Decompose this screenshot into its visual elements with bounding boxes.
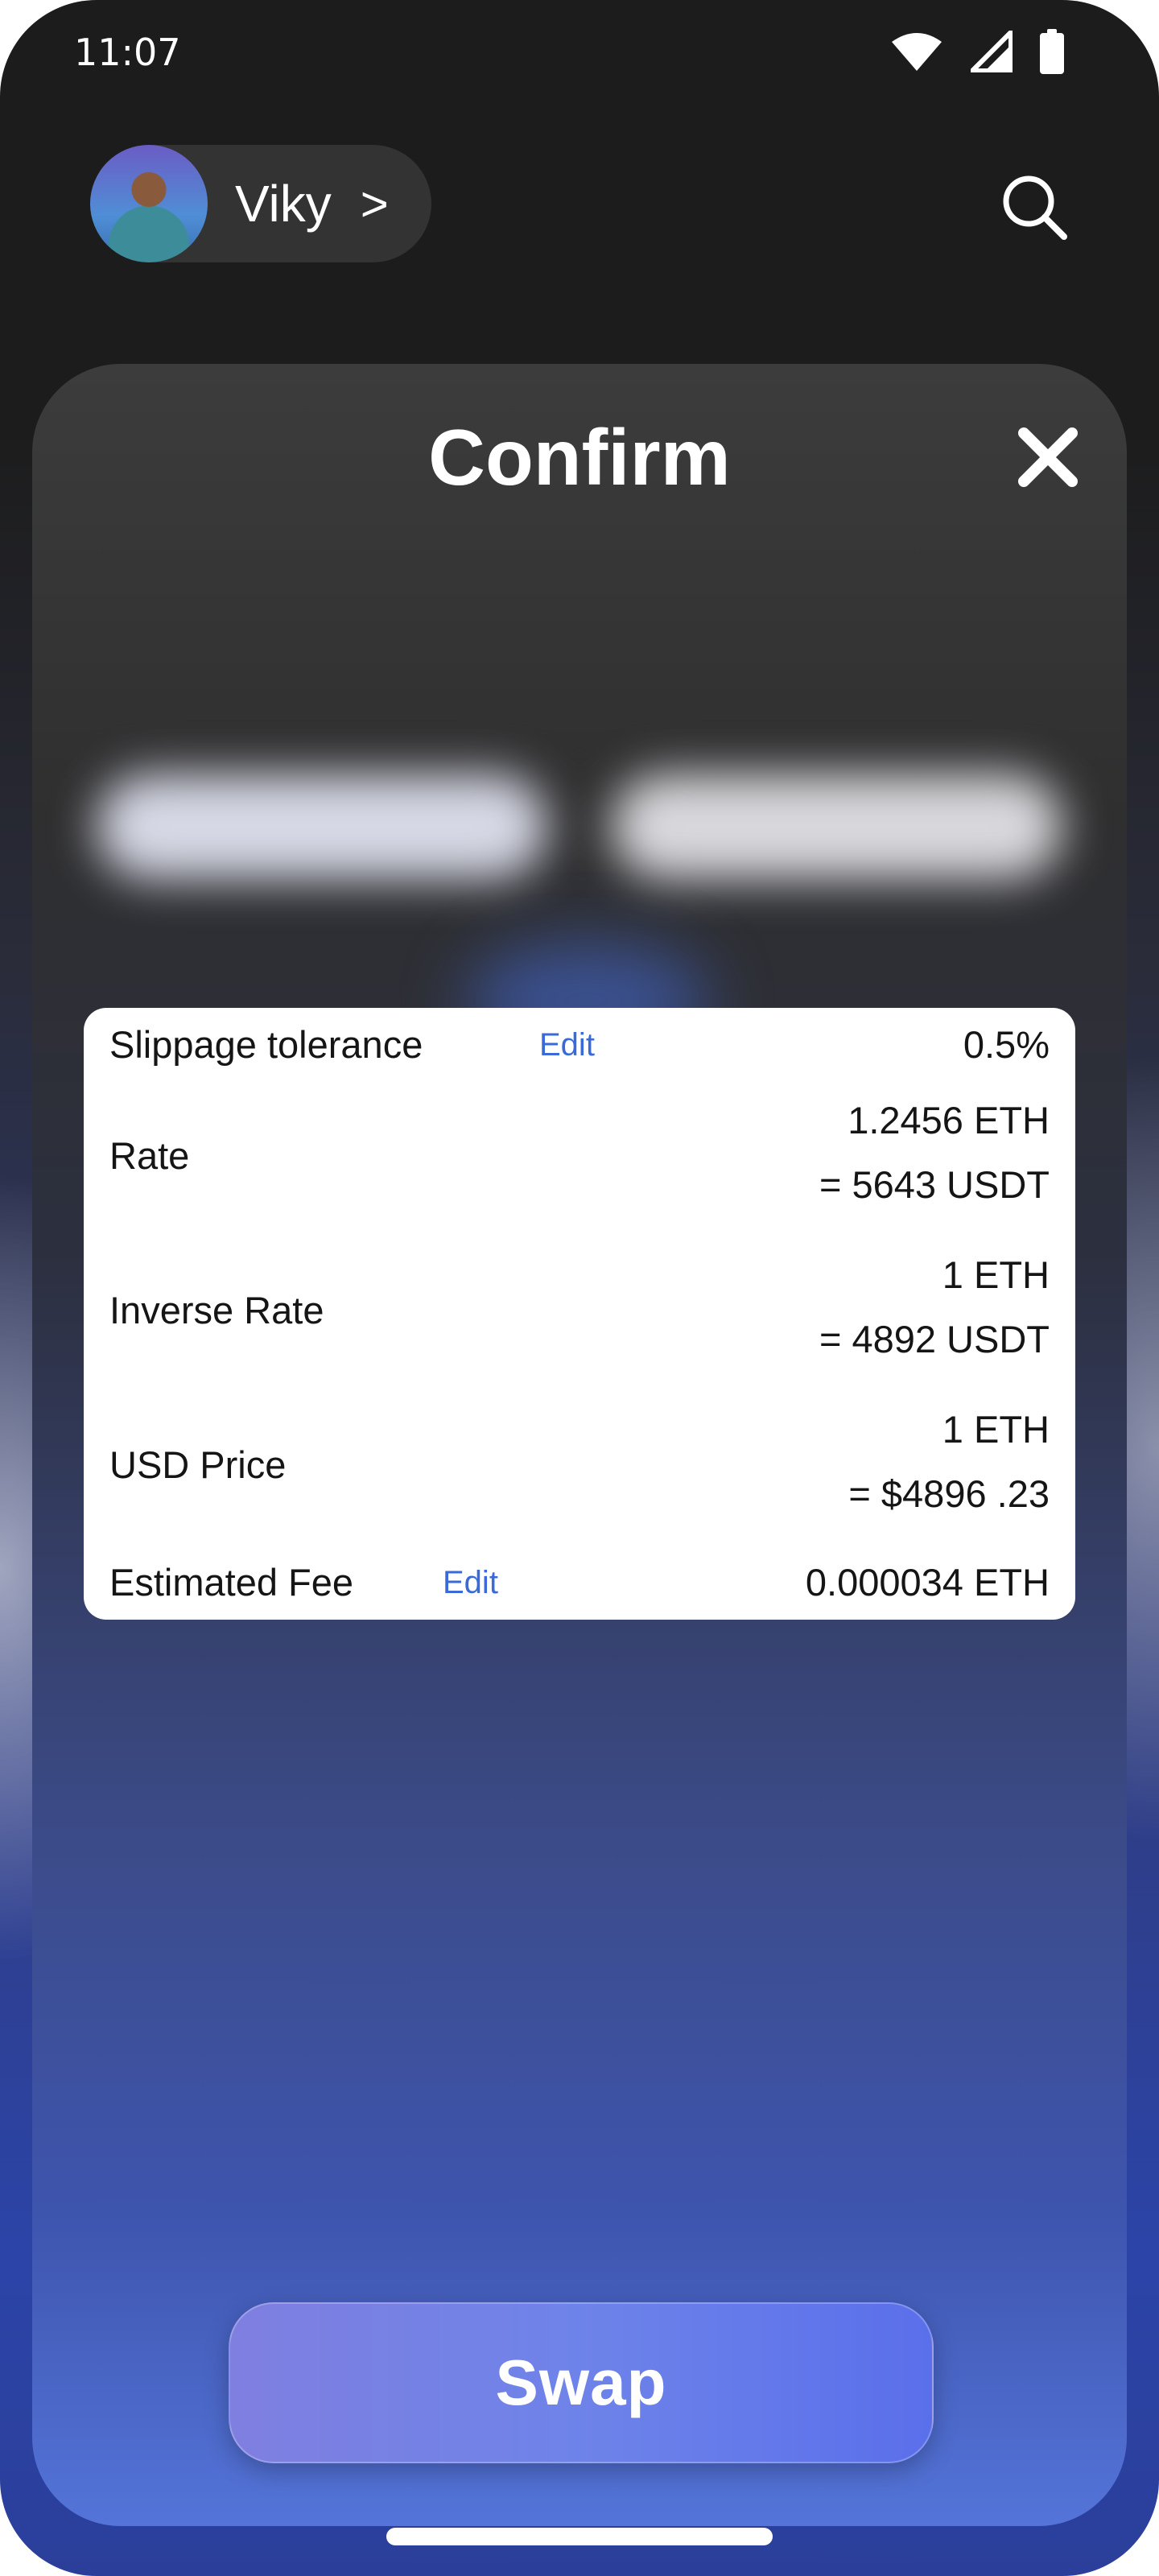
slippage-value: 0.5% bbox=[963, 1023, 1050, 1066]
inverse-rate-value-line2: = 4892 USDT bbox=[819, 1318, 1050, 1360]
wifi-icon bbox=[892, 33, 942, 71]
swap-details-card: Slippage tolerance Edit 0.5% Rate 1.2456… bbox=[84, 1008, 1075, 1620]
status-time: 11:07 bbox=[74, 31, 181, 74]
home-indicator[interactable] bbox=[386, 2528, 773, 2545]
top-header: Viky > bbox=[0, 145, 1159, 266]
usd-price-value: 1 ETH = $4896 .23 bbox=[848, 1397, 1050, 1526]
rate-label: Rate bbox=[109, 1134, 190, 1177]
status-icons bbox=[890, 29, 1064, 74]
usd-price-value-line2: = $4896 .23 bbox=[848, 1472, 1050, 1515]
avatar bbox=[90, 145, 208, 262]
swap-button-label: Swap bbox=[495, 2347, 667, 2418]
phone-screen: 11:07 Viky > Confirm Slippage tolerance … bbox=[0, 0, 1159, 2576]
row-rate: Rate 1.2456 ETH = 5643 USDT bbox=[109, 1088, 1050, 1225]
inverse-rate-value: 1 ETH = 4892 USDT bbox=[819, 1243, 1050, 1372]
usd-price-value-line1: 1 ETH bbox=[942, 1408, 1050, 1451]
close-icon[interactable] bbox=[1016, 425, 1080, 489]
inverse-rate-label: Inverse Rate bbox=[109, 1289, 324, 1331]
row-estimated-fee: Estimated Fee Edit 0.000034 ETH bbox=[109, 1555, 1050, 1612]
sheet-title: Confirm bbox=[428, 413, 731, 502]
profile-name: Viky bbox=[235, 175, 332, 233]
swap-button[interactable]: Swap bbox=[229, 2302, 934, 2463]
row-slippage: Slippage tolerance Edit 0.5% bbox=[109, 1018, 1050, 1074]
confirm-sheet: Confirm Slippage tolerance Edit 0.5% Rat… bbox=[32, 364, 1127, 2526]
usd-price-label: USD Price bbox=[109, 1443, 287, 1486]
chevron-right-icon: > bbox=[360, 176, 389, 231]
inverse-rate-value-line1: 1 ETH bbox=[942, 1253, 1050, 1296]
estimated-fee-label: Estimated Fee bbox=[109, 1561, 354, 1604]
rate-value: 1.2456 ETH = 5643 USDT bbox=[819, 1088, 1050, 1217]
blurred-token-right bbox=[612, 774, 1062, 879]
blurred-token-pair bbox=[64, 742, 1095, 911]
status-bar: 11:07 bbox=[0, 0, 1159, 105]
row-inverse-rate: Inverse Rate 1 ETH = 4892 USDT bbox=[109, 1243, 1050, 1380]
signal-icon bbox=[971, 31, 1013, 72]
blurred-token-left bbox=[97, 774, 547, 879]
profile-button[interactable]: Viky > bbox=[90, 145, 431, 262]
slippage-label: Slippage tolerance bbox=[109, 1023, 423, 1066]
rate-value-line2: = 5643 USDT bbox=[819, 1163, 1050, 1206]
edit-slippage-link[interactable]: Edit bbox=[539, 1027, 595, 1063]
row-usd-price: USD Price 1 ETH = $4896 .23 bbox=[109, 1397, 1050, 1534]
edit-fee-link[interactable]: Edit bbox=[443, 1565, 498, 1601]
battery-icon bbox=[1040, 29, 1064, 74]
rate-value-line1: 1.2456 ETH bbox=[848, 1099, 1050, 1141]
estimated-fee-value: 0.000034 ETH bbox=[805, 1561, 1050, 1604]
search-icon[interactable] bbox=[998, 171, 1070, 243]
